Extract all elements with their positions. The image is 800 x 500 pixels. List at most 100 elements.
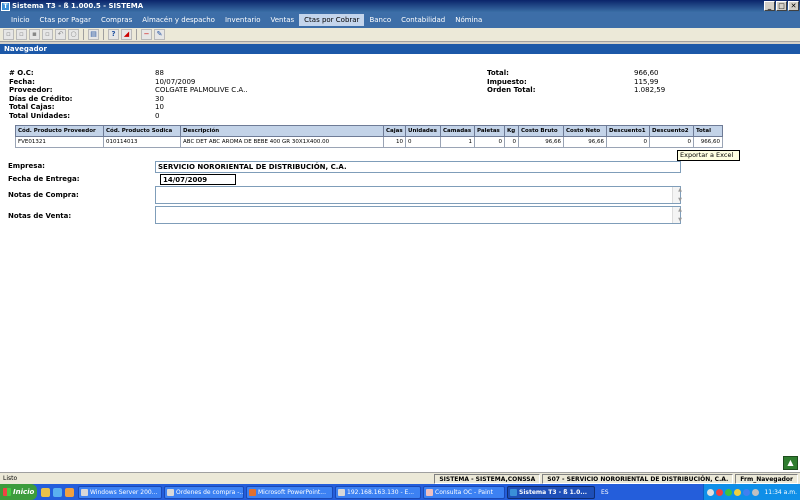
new-icon[interactable]: ▫ (3, 29, 14, 40)
total-cajas-value: 10 (155, 103, 164, 111)
col-descripcion[interactable]: Descripción (180, 125, 384, 137)
tray-arrow-icon[interactable] (707, 488, 715, 496)
status-company: S07 - SERVICIO NORORIENTAL DE DISTRIBUCI… (542, 473, 734, 484)
task-remote-desktop[interactable]: 192.168.163.130 - E... (335, 485, 421, 499)
media-player-icon[interactable] (65, 487, 74, 497)
oc-value: 88 (155, 69, 164, 77)
save-icon[interactable]: ▪ (29, 29, 40, 40)
fecha-entrega-field[interactable]: 14/07/2009 (160, 174, 236, 185)
fecha-entrega-label: Fecha de Entrega: (8, 175, 80, 183)
notas-venta-scrollbar[interactable]: ▲ ▼ (672, 207, 682, 223)
menu-item-contabilidad[interactable]: Contabilidad (396, 14, 450, 26)
close-button[interactable]: ✕ (788, 1, 799, 11)
menu-item-inventario[interactable]: Inventario (220, 14, 266, 26)
col-paletas[interactable]: Paletas (474, 125, 505, 137)
col-cod-sodica[interactable]: Cód. Producto Sodica (103, 125, 181, 137)
col-costo-neto[interactable]: Costo Neto (563, 125, 607, 137)
tray-network-icon[interactable] (725, 488, 733, 496)
total-cajas-label: Total Cajas: (9, 103, 55, 111)
app-status-icon[interactable]: ▲ (783, 456, 798, 470)
scroll-down-icon[interactable]: ▼ (677, 197, 684, 203)
powerpoint-icon (249, 488, 256, 496)
scroll-up-icon[interactable]: ▲ (677, 187, 684, 193)
menu-item-inicio[interactable]: Inicio (6, 14, 35, 26)
minimize-button[interactable]: _ (764, 1, 775, 11)
open-icon[interactable]: ▫ (16, 29, 27, 40)
task-paint[interactable]: Consulta OC - Paint (423, 485, 505, 499)
notas-compra-field[interactable]: ▲ ▼ (155, 186, 682, 204)
clock[interactable]: 11:34 a.m. (764, 489, 797, 496)
empresa-field[interactable]: SERVICIO NORORIENTAL DE DISTRIBUCIÓN, C.… (155, 161, 681, 173)
scroll-down-icon[interactable]: ▼ (677, 217, 684, 223)
cell-costo-neto: 96,66 (563, 136, 607, 148)
task-windows-server[interactable]: Windows Server 200... (78, 485, 162, 499)
tray-security-icon[interactable] (716, 488, 724, 496)
language-indicator[interactable]: ES (601, 489, 609, 496)
cell-paletas: 0 (474, 136, 505, 148)
minus-icon[interactable]: − (141, 29, 152, 40)
task-powerpoint[interactable]: Microsoft PowerPoint... (246, 485, 333, 499)
menu-item-banco[interactable]: Banco (364, 14, 396, 26)
proveedor-label: Proveedor: (9, 86, 53, 94)
cell-descuento1: 0 (606, 136, 650, 148)
col-descuento1[interactable]: Descuento1 (606, 125, 650, 137)
toolbar: ▫ ▫ ▪ ▫ ↶ ○ ▤ ? ◢ − ✎ (0, 28, 800, 42)
app-icon: T (1, 1, 10, 11)
pen-icon[interactable]: ✎ (154, 29, 165, 40)
col-cod-proveedor[interactable]: Cód. Producto Proveedor (15, 125, 104, 137)
total-label: Total: (487, 69, 509, 77)
menu-item-ctas-por-cobrar[interactable]: Ctas por Cobrar (299, 14, 365, 26)
windows-logo-icon (3, 488, 11, 496)
title-bar: T Sistema T3 - ß 1.000.5 - SISTEMA _ □ ✕ (0, 0, 800, 12)
notas-compra-scrollbar[interactable]: ▲ ▼ (672, 187, 682, 203)
cell-cajas: 10 (383, 136, 406, 148)
help-icon[interactable]: ? (108, 29, 119, 40)
notas-venta-field[interactable]: ▲ ▼ (155, 206, 682, 224)
undo-icon[interactable]: ↶ (55, 29, 66, 40)
cell-descuento2: 0 (649, 136, 694, 148)
col-costo-bruto[interactable]: Costo Bruto (518, 125, 564, 137)
col-cajas[interactable]: Cajas (383, 125, 406, 137)
col-camadas[interactable]: Camadas (440, 125, 475, 137)
tray-alert-icon[interactable] (734, 488, 742, 496)
app-icon (510, 488, 517, 496)
tray-volume-icon[interactable] (752, 488, 760, 496)
menu-item-nomina[interactable]: Nómina (450, 14, 487, 26)
task-label: Windows Server 200... (90, 488, 158, 496)
toolbar-separator (83, 29, 84, 40)
notas-compra-label: Notas de Compra: (8, 191, 79, 199)
toolbar-separator (103, 29, 104, 40)
table-header-row: Cód. Producto Proveedor Cód. Producto So… (15, 125, 723, 137)
internet-explorer-icon[interactable] (53, 487, 62, 497)
table-row[interactable]: FVE01321 010114013 ABC DET ABC AROMA DE … (15, 136, 723, 148)
oc-label: # O.C: (9, 69, 34, 77)
start-button[interactable]: Inicio (0, 484, 37, 500)
menu-item-compras[interactable]: Compras (96, 14, 137, 26)
taskbar: Inicio Windows Server 200... Ordenes de … (0, 484, 800, 500)
menu-item-ctas-por-pagar[interactable]: Ctas por Pagar (35, 14, 96, 26)
col-unidades[interactable]: Unidades (405, 125, 441, 137)
cell-camadas: 1 (440, 136, 475, 148)
menu-item-ventas[interactable]: Ventas (265, 14, 299, 26)
fecha-value: 10/07/2009 (155, 77, 196, 86)
export-icon[interactable]: ◢ (121, 29, 132, 40)
refresh-icon[interactable]: ○ (68, 29, 79, 40)
delete-icon[interactable]: ▫ (42, 29, 53, 40)
col-kg[interactable]: Kg (504, 125, 519, 137)
tray-bluetooth-icon[interactable] (743, 488, 751, 496)
dias-credito-label: Días de Crédito: (9, 94, 73, 103)
summary-right-values: 966,60 115,99 1.082,59 (634, 69, 665, 95)
scroll-up-icon[interactable]: ▲ (677, 207, 684, 213)
task-ordenes-compra[interactable]: Ordenes de compra -... (164, 485, 244, 499)
print-icon[interactable]: ▤ (88, 29, 99, 40)
restore-button[interactable]: □ (776, 1, 787, 11)
menu-item-almacen[interactable]: Almacén y despacho (137, 14, 220, 26)
show-desktop-icon[interactable] (41, 487, 50, 497)
impuesto-value: 115,99 (634, 77, 659, 86)
order-detail-table[interactable]: Cód. Producto Proveedor Cód. Producto So… (15, 125, 723, 148)
task-sistema-t3[interactable]: Sistema T3 - ß 1.0... (507, 485, 595, 499)
col-total[interactable]: Total (693, 125, 723, 137)
summary-right-labels: Total: Impuesto: Orden Total: (487, 69, 536, 95)
total-unidades-value: 0 (155, 111, 160, 120)
col-descuento2[interactable]: Descuento2 (649, 125, 694, 137)
